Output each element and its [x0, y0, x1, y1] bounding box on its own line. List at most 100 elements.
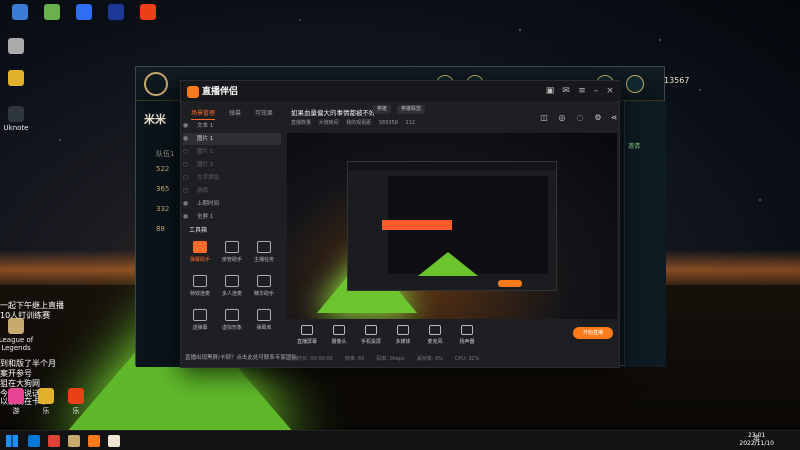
- tool-button[interactable]: 精华助手: [249, 275, 279, 297]
- tool-label: 多人连麦: [221, 291, 242, 297]
- desktop-shortcut[interactable]: [0, 38, 36, 56]
- league-friends-panel[interactable]: 邀请: [624, 101, 666, 367]
- source-control-button[interactable]: 摄像头: [323, 325, 355, 345]
- status-metric: 帧率: 60: [344, 356, 365, 362]
- tool-button[interactable]: 房管助手: [217, 241, 247, 263]
- scene-item[interactable]: ● 全屏 1: [183, 211, 281, 223]
- tool-label: 精华助手: [253, 291, 274, 297]
- source-control-button[interactable]: 手机投屏: [355, 325, 387, 345]
- help-tip[interactable]: 直播出现黑屏/卡顿？点击此处可联系专家团队: [185, 353, 297, 361]
- eye-off-icon[interactable]: ○: [183, 172, 188, 184]
- tab-danmaku[interactable]: 弹幕: [229, 110, 241, 117]
- tool-button[interactable]: 特效连麦: [185, 275, 215, 297]
- app-title-bar: 直播伴侣 ▣ ✉ ≡ – ×: [181, 81, 621, 101]
- desktop-shortcut-label: 乐: [72, 407, 80, 415]
- category-chip[interactable]: 英雄: [373, 105, 392, 114]
- league-profile-icon[interactable]: [626, 75, 644, 93]
- scene-item-label: 全屏 1: [197, 214, 214, 220]
- room-info-item[interactable]: 直播数量: [291, 120, 311, 126]
- app-brand: 直播伴侣: [187, 84, 277, 98]
- scene-item[interactable]: ○ 图片 1: [183, 146, 281, 158]
- desktop-shortcut[interactable]: Uknote: [0, 106, 36, 132]
- eye-icon[interactable]: ●: [183, 120, 188, 132]
- eye-off-icon[interactable]: ○: [183, 159, 188, 171]
- desktop-shortcut[interactable]: [0, 70, 36, 88]
- taskbar-app-icon[interactable]: [68, 435, 80, 447]
- taskbar-app-icon[interactable]: [28, 435, 40, 447]
- scene-item[interactable]: ● 文本 1: [183, 120, 281, 132]
- eye-icon[interactable]: ●: [183, 133, 188, 145]
- tool-button[interactable]: 多人连麦: [217, 275, 247, 297]
- scene-item-label: 上期时间: [197, 201, 220, 207]
- desktop-shortcut[interactable]: League of Legends: [0, 318, 36, 352]
- bag-icon[interactable]: ◎: [557, 113, 567, 123]
- eye-icon[interactable]: ●: [183, 211, 188, 223]
- room-id: 589358: [378, 120, 398, 126]
- settings-icon[interactable]: ⚙: [593, 113, 603, 123]
- brand-name: 直播伴侣: [202, 87, 239, 97]
- source-control-label: 麦克风: [427, 339, 443, 345]
- taskbar-app-icon[interactable]: [88, 435, 100, 447]
- source-icon: [429, 325, 441, 335]
- share-icon[interactable]: ⋖: [609, 113, 619, 123]
- league-logo-icon[interactable]: [144, 72, 168, 96]
- room-info: 直播数量 大牌房间 我的观看距 589358 112: [291, 119, 421, 126]
- source-control-button[interactable]: 多媒体: [387, 325, 419, 345]
- scene-item-label: 文字添加: [197, 175, 220, 181]
- team-label: 队伍1: [156, 150, 175, 158]
- close-icon[interactable]: ×: [605, 86, 615, 96]
- tool-button[interactable]: 主播任务: [249, 241, 279, 263]
- scene-item[interactable]: ● 图片 1: [183, 133, 281, 145]
- eye-off-icon[interactable]: ○: [183, 146, 188, 158]
- nested-app-capture: [347, 161, 557, 291]
- source-control-label: 扬声器: [459, 339, 475, 345]
- eye-off-icon[interactable]: ○: [183, 185, 188, 197]
- source-icon: [333, 325, 345, 335]
- tool-button[interactable]: 送弹幕: [185, 309, 215, 331]
- scene-item-label: 图片 1: [197, 136, 214, 142]
- stream-info-bar: 如果血量偏大的事情都被不好 英雄 英雄联盟 直播数量 大牌房间 我的观看距 58…: [287, 103, 617, 137]
- desktop-shortcut[interactable]: 乐: [56, 388, 96, 416]
- status-metric: 近期时长: 00:00:00: [287, 356, 333, 362]
- tool-button[interactable]: 弹幕库: [249, 309, 279, 331]
- source-controls: 开始直播 直播屏幕 摄像头 手机投屏 多媒体 麦克风 扬声器: [287, 325, 617, 351]
- scene-item[interactable]: ○ 文字添加: [183, 172, 281, 184]
- scene-item-label: 图片 2: [197, 162, 214, 168]
- tool-label: 特效连麦: [189, 291, 210, 297]
- room-info-item[interactable]: 大牌房间: [319, 120, 339, 126]
- task-icon[interactable]: ◫: [539, 113, 549, 123]
- gift-icon[interactable]: ▣: [545, 86, 555, 96]
- game-chip[interactable]: 英雄联盟: [397, 105, 426, 114]
- source-control-button[interactable]: 直播屏幕: [291, 325, 323, 345]
- source-control-button[interactable]: 扬声器: [451, 325, 483, 345]
- source-control-label: 摄像头: [331, 339, 347, 345]
- stream-app-window[interactable]: 直播伴侣 ▣ ✉ ≡ – × 场景管理 弹幕 可效果 ● 文本 1 ● 图片 1 ○ 图片…: [180, 80, 621, 368]
- taskbar-app-icon[interactable]: [48, 435, 60, 447]
- taskbar-app-icon[interactable]: [108, 435, 120, 447]
- desktop-shortcut[interactable]: [128, 4, 168, 22]
- windows-start-icon[interactable]: [6, 435, 18, 447]
- stream-title[interactable]: 如果血量偏大的事情都被不好: [291, 107, 376, 117]
- tab-effects[interactable]: 可效果: [255, 110, 273, 117]
- menu-icon[interactable]: ≡: [577, 86, 587, 96]
- system-clock[interactable]: 23:01 2022/11/10: [739, 432, 774, 448]
- minimize-icon[interactable]: –: [591, 86, 601, 96]
- tool-icon: [225, 241, 239, 253]
- app-icon: [44, 4, 60, 20]
- bell-icon[interactable]: ◌: [575, 113, 585, 123]
- overlay-text-line: 10人打训练赛: [0, 311, 51, 320]
- eye-icon[interactable]: ●: [183, 198, 188, 210]
- tool-button[interactable]: 弹幕助手: [185, 241, 215, 263]
- tool-button[interactable]: 虚拟形象: [217, 309, 247, 331]
- scene-item-label: 文本 1: [197, 123, 214, 129]
- scene-item[interactable]: ● 上期时间: [183, 198, 281, 210]
- stream-preview[interactable]: [287, 133, 617, 319]
- scene-item[interactable]: ○ 图片 2: [183, 159, 281, 171]
- tool-icon: [257, 309, 271, 321]
- source-control-button[interactable]: 麦克风: [419, 325, 451, 345]
- mail-icon[interactable]: ✉: [561, 86, 571, 96]
- scene-item[interactable]: ○ 游戏: [183, 185, 281, 197]
- app-icon: [8, 388, 24, 404]
- status-metric: CPU: 32%: [454, 356, 480, 362]
- go-live-button[interactable]: 开始直播: [573, 327, 613, 339]
